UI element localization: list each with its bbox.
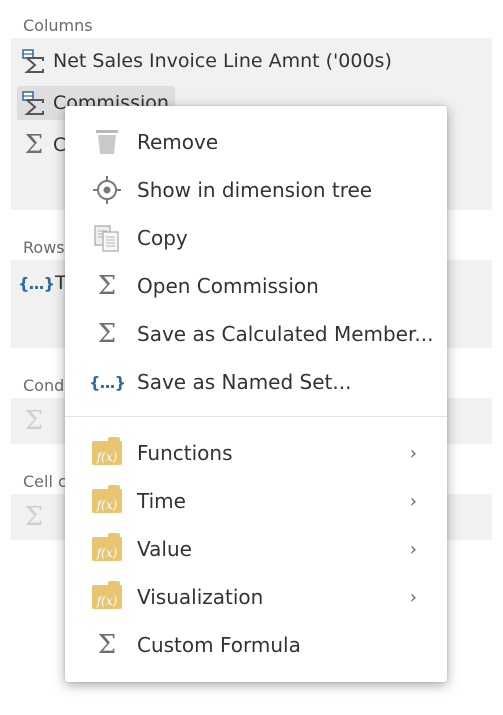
sigma-icon: Σ [97, 271, 117, 301]
menu-item-save-as-calculated-member[interactable]: Σ Save as Calculated Member... [65, 310, 447, 358]
column-item-c[interactable]: Σ C [17, 128, 72, 162]
fx-folder-icon: f(x) [91, 581, 123, 613]
menu-item-remove[interactable]: Remove [65, 118, 447, 166]
context-menu: Remove Show in dimension tree Copy Σ Ope… [65, 106, 447, 682]
calc-measure-icon [21, 90, 47, 116]
menu-item-copy[interactable]: Copy [65, 214, 447, 262]
menu-item-label: Show in dimension tree [137, 178, 373, 202]
column-item-label: Net Sales Invoice Line Amnt ('000s) [53, 50, 392, 72]
rows-label: Rows [23, 238, 65, 257]
sigma-icon: Σ [24, 502, 44, 532]
trash-icon [91, 126, 123, 158]
menu-item-label: Save as Calculated Member... [137, 322, 434, 346]
named-set-icon: {...} [18, 273, 55, 293]
chevron-right-icon: › [409, 442, 417, 464]
menu-item-show-in-dimension-tree[interactable]: Show in dimension tree [65, 166, 447, 214]
chevron-right-icon: › [409, 586, 417, 608]
sigma-icon: Σ [97, 630, 117, 660]
sigma-icon: Σ [24, 406, 44, 436]
sigma-icon: Σ [24, 130, 44, 160]
cell-placeholder: Σ [17, 500, 59, 534]
fx-folder-icon: f(x) [91, 437, 123, 469]
menu-item-time[interactable]: f(x) Time › [65, 477, 447, 525]
menu-item-custom-formula[interactable]: Σ Custom Formula [65, 621, 447, 669]
chevron-right-icon: › [409, 490, 417, 512]
conditions-label: Cond [23, 376, 65, 395]
menu-item-functions[interactable]: f(x) Functions › [65, 429, 447, 477]
target-icon [91, 174, 123, 206]
menu-item-label: Visualization [137, 585, 264, 609]
menu-item-value[interactable]: f(x) Value › [65, 525, 447, 573]
calc-measure-icon [21, 48, 47, 74]
conditions-placeholder: Σ [17, 404, 59, 438]
chevron-right-icon: › [409, 538, 417, 560]
fx-folder-icon: f(x) [91, 533, 123, 565]
menu-item-label: Value [137, 537, 192, 561]
menu-item-visualization[interactable]: f(x) Visualization › [65, 573, 447, 621]
menu-item-label: Time [137, 489, 186, 513]
column-item-net-sales[interactable]: Net Sales Invoice Line Amnt ('000s) [17, 44, 398, 78]
columns-label: Columns [23, 16, 93, 35]
menu-item-label: Custom Formula [137, 633, 301, 657]
menu-item-label: Open Commission [137, 274, 319, 298]
menu-item-open-commission[interactable]: Σ Open Commission [65, 262, 447, 310]
menu-item-save-as-named-set[interactable]: {...} Save as Named Set... [65, 358, 447, 406]
fx-folder-icon: f(x) [91, 485, 123, 517]
menu-item-label: Copy [137, 226, 188, 250]
cell-label: Cell c [23, 472, 67, 491]
menu-item-label: Functions [137, 441, 233, 465]
named-set-icon: {...} [89, 372, 126, 392]
sigma-icon: Σ [97, 319, 117, 349]
copy-icon [91, 222, 123, 254]
menu-separator [65, 416, 447, 417]
menu-item-label: Remove [137, 130, 219, 154]
menu-item-label: Save as Named Set... [137, 370, 352, 394]
